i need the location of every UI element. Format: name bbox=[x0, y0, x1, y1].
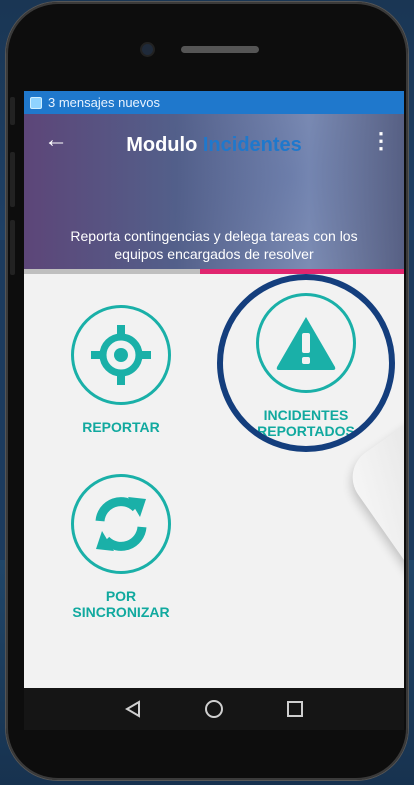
module-header: ← Modulo Incidentes ⋮ Reporta contingenc… bbox=[24, 114, 404, 269]
incidentes-circle bbox=[256, 293, 356, 393]
earpiece-speaker bbox=[181, 46, 259, 53]
notification-text: 3 mensajes nuevos bbox=[48, 95, 161, 110]
more-vertical-icon: ⋮ bbox=[370, 128, 392, 153]
incidentes-label-line1: INCIDENTES bbox=[263, 407, 349, 423]
notification-icon bbox=[30, 96, 42, 109]
crosshair-icon bbox=[91, 325, 151, 385]
incidentes-label: INCIDENTES REPORTADOS bbox=[246, 407, 366, 439]
android-nav-bar bbox=[24, 688, 404, 730]
reportar-tile[interactable]: REPORTAR bbox=[66, 305, 176, 435]
nav-back-icon[interactable] bbox=[124, 700, 142, 718]
page-title: Modulo Incidentes bbox=[24, 134, 404, 157]
module-description: Reporta contingencias y delega tareas co… bbox=[70, 228, 358, 262]
title-main: Modulo bbox=[126, 134, 198, 156]
phone-side-button bbox=[10, 97, 15, 125]
sincronizar-label-line2: SINCRONIZAR bbox=[72, 604, 170, 620]
warning-icon bbox=[276, 317, 336, 370]
app-screen: 3 mensajes nuevos ← Modulo Incidentes ⋮ … bbox=[24, 91, 404, 730]
sync-icon bbox=[95, 497, 147, 551]
front-camera bbox=[142, 44, 153, 55]
por-sincronizar-tile[interactable]: POR SINCRONIZAR bbox=[60, 474, 182, 620]
tab-indicator-track bbox=[24, 269, 404, 274]
reportar-circle bbox=[71, 305, 171, 405]
reportar-label: REPORTAR bbox=[82, 419, 160, 435]
tab-indicator bbox=[200, 269, 404, 274]
sincronizar-label: POR SINCRONIZAR bbox=[60, 588, 182, 620]
nav-home-icon[interactable] bbox=[204, 699, 224, 719]
sincronizar-label-line1: POR bbox=[105, 588, 137, 604]
status-bar: 3 mensajes nuevos bbox=[24, 91, 404, 114]
sincronizar-circle bbox=[71, 474, 171, 574]
phone-volume-down bbox=[10, 220, 15, 275]
incidentes-reportados-tile[interactable]: INCIDENTES REPORTADOS bbox=[246, 293, 366, 439]
incidentes-label-line2: REPORTADOS bbox=[257, 423, 355, 439]
phone-volume-up bbox=[10, 152, 15, 207]
title-accent: Incidentes bbox=[202, 134, 302, 156]
overflow-menu-button[interactable]: ⋮ bbox=[370, 128, 392, 154]
nav-recents-icon[interactable] bbox=[286, 700, 304, 718]
